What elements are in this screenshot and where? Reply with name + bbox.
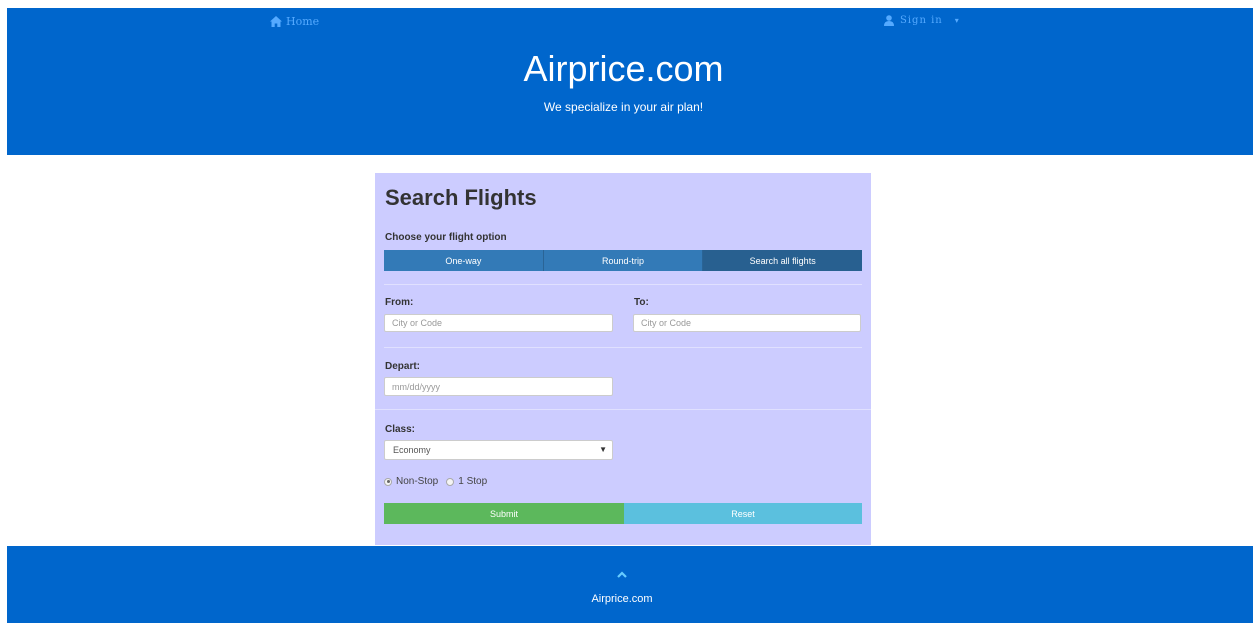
user-icon [884, 15, 894, 26]
site-subtitle: We specialize in your air plan! [543, 100, 704, 114]
one-stop-label: 1 Stop [458, 476, 488, 487]
chevron-up-icon [617, 571, 627, 578]
home-label: Home [286, 15, 320, 28]
depart-label: Depart: [385, 361, 421, 372]
from-input[interactable] [384, 314, 613, 332]
stops-radio-group: Non-Stop 1 Stop [384, 476, 487, 487]
sign-in-dropdown[interactable]: Sign in ▾ [884, 15, 960, 26]
divider [375, 409, 871, 410]
one-stop-radio[interactable] [446, 477, 455, 486]
chevron-down-icon: ▾ [954, 16, 960, 25]
option-search-all-flights[interactable]: Search all flights [703, 250, 863, 271]
non-stop-label: Non-Stop [396, 476, 439, 487]
home-icon [270, 16, 282, 27]
chevron-down-icon: ▼ [599, 445, 607, 454]
to-label: To: [634, 297, 649, 308]
option-round-trip[interactable]: Round-trip [543, 250, 704, 271]
from-label: From: [385, 297, 414, 308]
reset-button[interactable]: Reset [624, 503, 862, 524]
divider [384, 347, 862, 348]
submit-button[interactable]: Submit [384, 503, 624, 524]
non-stop-radio[interactable] [384, 477, 392, 486]
site-title: Airprice.com [523, 48, 724, 89]
search-flights-form: Search Flights Choose your flight option… [375, 173, 871, 545]
class-select-value: Economy [393, 445, 431, 455]
home-link[interactable]: Home [270, 15, 319, 28]
site-header: Home Sign in ▾ Airprice.com We specializ… [7, 8, 1253, 155]
class-label: Class: [385, 424, 416, 435]
class-select[interactable]: Economy ▼ [384, 440, 613, 460]
divider [384, 284, 862, 285]
footer-brand: Airprice.com [591, 593, 653, 605]
to-input[interactable] [633, 314, 861, 332]
option-one-way[interactable]: One-way [384, 250, 544, 271]
flight-option-label: Choose your flight option [385, 232, 507, 243]
flight-option-group: One-way Round-trip Search all flights [384, 250, 863, 271]
site-footer: Airprice.com [7, 546, 1253, 623]
form-title: Search Flights [385, 185, 537, 210]
sign-in-label: Sign in [900, 15, 943, 26]
depart-date-input[interactable] [384, 377, 613, 396]
scroll-to-top-button[interactable] [612, 565, 632, 583]
